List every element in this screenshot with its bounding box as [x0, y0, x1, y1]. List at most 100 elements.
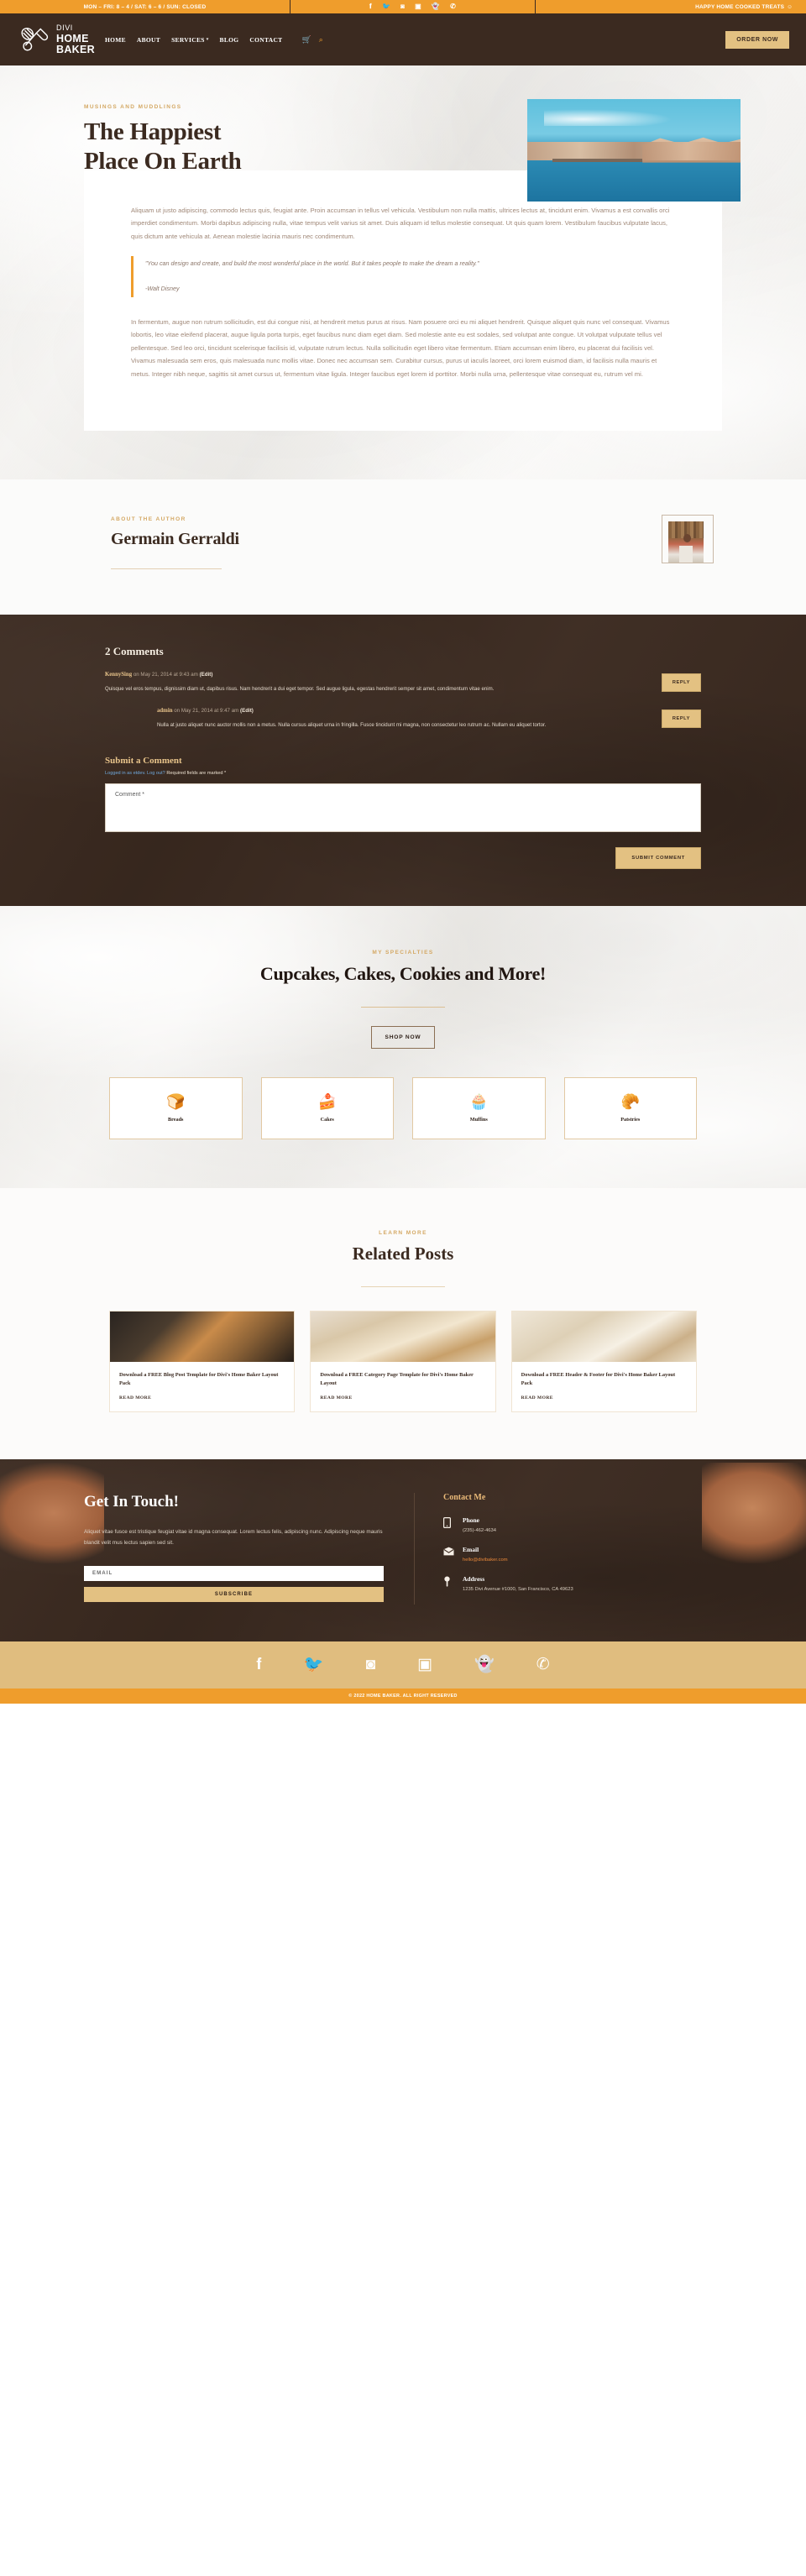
business-hours: MON – FRI: 8 – 4 / SAT: 6 – 6 / SUN: CLO…: [0, 0, 290, 13]
specialty-card-pastries[interactable]: 🥐 Patstries: [563, 1077, 697, 1140]
get-in-touch-title: Get In Touch!: [84, 1492, 179, 1511]
facebook-icon[interactable]: 𝐟: [256, 1657, 262, 1673]
author-photo-wrap: [662, 515, 722, 564]
nav-label: BLOG: [219, 35, 239, 44]
comment-edit-link[interactable]: (Edit): [240, 708, 254, 714]
croissant-icon: 🥐: [620, 1093, 640, 1111]
shopping-cart-icon[interactable]: 🛒: [301, 35, 311, 45]
comment-meta: KennySing on May 21, 2014 at 9:43 am (Ed…: [105, 672, 701, 678]
top-utility-bar: MON – FRI: 8 – 4 / SAT: 6 – 6 / SUN: CLO…: [0, 0, 806, 13]
related-post-card[interactable]: Download a FREE Header & Footer for Divi…: [510, 1311, 697, 1412]
specialty-card-breads[interactable]: 🍞 Breads: [109, 1077, 243, 1140]
related-divider: [361, 1286, 445, 1288]
comment-body: Quisque vel eros tempus, dignissim diam …: [105, 686, 495, 693]
contact-label: Phone: [463, 1516, 480, 1524]
main-navigation: HOME ABOUT SERVICES ▾ BLOG CONTACT 🛒 ⌕: [105, 35, 323, 45]
email-value[interactable]: hello@divibaker.com: [463, 1558, 508, 1563]
order-now-button[interactable]: ORDER NOW: [725, 30, 789, 49]
contact-block: Contact Me Phone (235)-462-4634 Email he…: [415, 1493, 722, 1605]
specialty-cards: 🍞 Breads 🍰 Cakes 🧁 Muffins 🥐 Patstries: [109, 1077, 697, 1140]
cake-slice-icon: 🍰: [317, 1093, 337, 1111]
post-body: Download a FREE Category Page Template f…: [311, 1362, 495, 1411]
twitter-icon[interactable]: 🐦: [304, 1657, 324, 1673]
smiley-icon: ☺: [787, 3, 793, 10]
search-icon[interactable]: ⌕: [319, 35, 323, 45]
blockquote-text: "You can design and create, and build th…: [145, 259, 479, 268]
newsletter-block: Get In Touch! Aliquet vitae fusce est tr…: [84, 1492, 415, 1605]
related-post-card[interactable]: Download a FREE Category Page Template f…: [310, 1311, 496, 1412]
snapchat-icon[interactable]: 👻: [474, 1657, 495, 1673]
specialty-card-cakes[interactable]: 🍰 Cakes: [260, 1077, 394, 1140]
comment-author[interactable]: KennySing: [105, 672, 132, 678]
twitter-icon[interactable]: 🐦: [382, 3, 390, 10]
nav-item-services[interactable]: SERVICES ▾: [171, 36, 208, 44]
instagram-icon[interactable]: ◙: [366, 1657, 375, 1673]
contact-text-email: Email hello@divibaker.com: [463, 1546, 508, 1563]
email-field[interactable]: [84, 1565, 384, 1581]
specialties-eyebrow: MY SPECIALTIES: [372, 950, 434, 956]
footer-cta-section: Get In Touch! Aliquet vitae fusce est tr…: [0, 1459, 806, 1641]
comment-edit-link[interactable]: (Edit): [200, 672, 213, 678]
related-posts-section: LEARN MORE Related Posts Download a FREE…: [0, 1188, 806, 1459]
topbar-social-links: 𝐟 🐦 ◙ ▣ 👻 ✆: [290, 0, 536, 13]
nav-item-contact[interactable]: CONTACT: [249, 36, 282, 44]
instagram-icon[interactable]: ◙: [400, 3, 405, 10]
read-more-link[interactable]: READ MORE: [119, 1395, 285, 1401]
contact-me-title: Contact Me: [443, 1492, 486, 1502]
nav-label: SERVICES: [171, 35, 205, 44]
whatsapp-icon[interactable]: ✆: [450, 3, 456, 10]
comment-item: admin on May 21, 2014 at 9:47 am (Edit) …: [105, 708, 701, 730]
nav-item-home[interactable]: HOME: [105, 36, 126, 44]
submit-row: SUBMIT COMMENT: [105, 847, 701, 870]
comments-inner: 2 Comments KennySing on May 21, 2014 at …: [105, 645, 701, 870]
comments-heading: 2 Comments: [105, 645, 164, 658]
author-text-block: ABOUT THE AUTHOR Germain Gerraldi: [84, 516, 668, 570]
comment-textarea[interactable]: [105, 783, 701, 833]
post-thumbnail: [110, 1312, 295, 1363]
facebook-icon[interactable]: 𝐟: [369, 3, 372, 10]
youtube-icon[interactable]: ▣: [417, 1657, 432, 1673]
read-more-link[interactable]: READ MORE: [320, 1395, 485, 1401]
subscribe-button[interactable]: SUBSCRIBE: [84, 1586, 384, 1602]
comment-date: on May 21, 2014 at 9:47 am: [172, 708, 241, 715]
brand-line-baker: BAKER: [56, 44, 95, 55]
required-fields-note: Required fields are marked *: [166, 771, 227, 777]
read-more-link[interactable]: READ MORE: [521, 1395, 687, 1401]
nav-label: HOME: [104, 35, 126, 44]
logged-in-link[interactable]: Logged in as etdev.: [105, 771, 145, 776]
specialty-card-muffins[interactable]: 🧁 Muffins: [412, 1077, 546, 1140]
snapchat-icon[interactable]: 👻: [432, 3, 440, 10]
contact-text-address: Address 1235 Divi Avenue #1000, San Fran…: [463, 1575, 573, 1592]
logout-link[interactable]: Log out?: [147, 771, 165, 776]
blockquote: "You can design and create, and build th…: [131, 256, 675, 297]
hero-section: MUSINGS AND MUDDLINGS The Happiest Place…: [0, 65, 806, 480]
contact-label: Address: [463, 1574, 485, 1583]
whatsapp-icon[interactable]: ✆: [536, 1657, 550, 1673]
footer-social-strip: 𝐟 🐦 ◙ ▣ 👻 ✆: [0, 1641, 806, 1689]
phone-icon: [443, 1516, 454, 1533]
nav-item-about[interactable]: ABOUT: [137, 36, 160, 44]
article-paragraph-2: In fermentum, augue non rutrum sollicitu…: [131, 317, 670, 378]
avatar: [668, 521, 704, 563]
author-name: Germain Gerraldi: [111, 530, 239, 549]
nav-label: ABOUT: [136, 35, 161, 44]
brand-line-divi: DIVI: [56, 23, 73, 32]
related-post-card[interactable]: Download a FREE Blog Post Template for D…: [109, 1311, 296, 1412]
related-post-list: Download a FREE Blog Post Template for D…: [109, 1311, 697, 1412]
shop-now-button[interactable]: SHOP NOW: [370, 1026, 436, 1050]
nav-item-blog[interactable]: BLOG: [220, 36, 239, 44]
reply-button[interactable]: REPLY: [661, 709, 701, 729]
brand-logo-group[interactable]: DIVI HOME BAKER: [20, 24, 95, 55]
contact-text-phone: Phone (235)-462-4634: [463, 1516, 496, 1533]
comment-item: KennySing on May 21, 2014 at 9:43 am (Ed…: [105, 672, 701, 694]
specialties-divider: [361, 1007, 445, 1008]
submit-comment-button[interactable]: SUBMIT COMMENT: [615, 847, 701, 870]
contact-label: Email: [463, 1545, 479, 1553]
map-pin-icon: [443, 1575, 454, 1592]
chevron-down-icon: ▾: [206, 38, 209, 42]
youtube-icon[interactable]: ▣: [415, 3, 421, 10]
post-body: Download a FREE Header & Footer for Divi…: [512, 1362, 696, 1411]
comment-author[interactable]: admin: [157, 708, 173, 714]
topbar-tagline-wrap: HAPPY HOME COOKED TREATS ☺: [536, 0, 806, 13]
reply-button[interactable]: REPLY: [661, 673, 701, 693]
